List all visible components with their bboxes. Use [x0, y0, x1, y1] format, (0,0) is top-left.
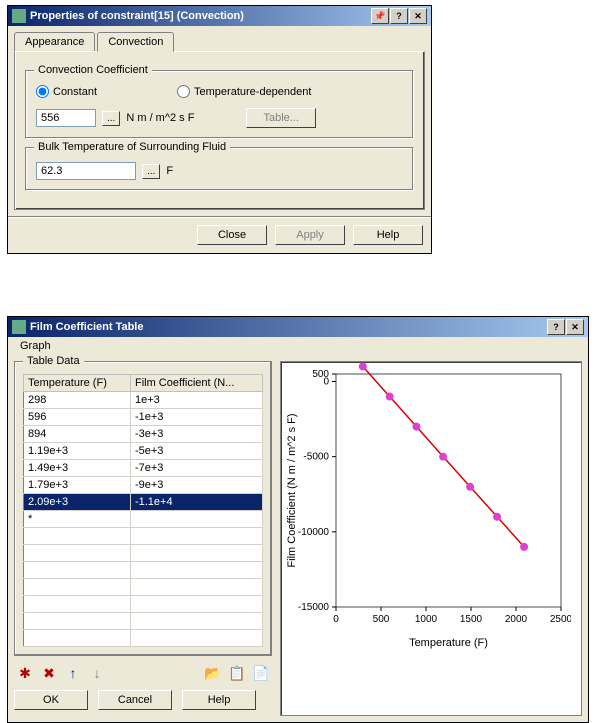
col-temperature[interactable]: Temperature (F) [24, 375, 131, 392]
film-coef-dialog: Film Coefficient Table ? ✕ Graph Table D… [7, 316, 589, 723]
svg-text:500: 500 [312, 369, 329, 380]
new-row-icon[interactable]: ✱ [16, 664, 34, 682]
help-button-1[interactable]: Help [353, 225, 423, 245]
titlebar-1[interactable]: Properties of constraint[15] (Convection… [8, 6, 431, 26]
svg-text:2500: 2500 [550, 614, 571, 625]
col-filmcoef[interactable]: Film Coefficient (N... [130, 375, 262, 392]
table-row[interactable]: 894-3e+3 [24, 426, 263, 443]
bulktemp-browse[interactable]: ... [142, 164, 160, 179]
titlebar-2[interactable]: Film Coefficient Table ? ✕ [8, 317, 588, 337]
help-button[interactable]: ? [390, 8, 408, 24]
radio-tempdep-input[interactable] [177, 85, 190, 98]
svg-text:500: 500 [373, 614, 390, 625]
app-icon-2 [12, 320, 26, 334]
table-row-new[interactable]: * [24, 511, 263, 528]
menu-graph[interactable]: Graph [14, 339, 57, 353]
svg-text:1000: 1000 [415, 614, 438, 625]
paste-icon[interactable]: 📄 [252, 664, 270, 682]
convcoef-value-input[interactable] [36, 109, 96, 127]
chart-svg: 05001000150020002500-15000-10000-5000050… [281, 362, 571, 652]
svg-text:Film Coefficient (N m / m^2 s: Film Coefficient (N m / m^2 s F) [286, 413, 298, 567]
apply-button[interactable]: Apply [275, 225, 345, 245]
open-icon[interactable]: 📂 [204, 664, 222, 682]
table-row[interactable]: 1.49e+3-7e+3 [24, 460, 263, 477]
radio-constant-input[interactable] [36, 85, 49, 98]
data-table[interactable]: Temperature (F) Film Coefficient (N... 2… [23, 374, 263, 647]
svg-text:-10000: -10000 [298, 527, 330, 538]
group-convcoef-title: Convection Coefficient [34, 64, 152, 76]
help-button-3[interactable]: Help [182, 690, 256, 710]
properties-dialog: Properties of constraint[15] (Convection… [7, 5, 432, 254]
svg-text:-5000: -5000 [303, 452, 329, 463]
table-row-empty [24, 613, 263, 630]
radio-constant[interactable]: Constant [36, 85, 97, 98]
svg-text:-15000: -15000 [298, 602, 330, 613]
table-row-empty [24, 630, 263, 647]
table-row[interactable]: 1.79e+3-9e+3 [24, 477, 263, 494]
svg-text:2000: 2000 [505, 614, 528, 625]
dialog2-title: Film Coefficient Table [30, 321, 547, 333]
close-button-1[interactable]: ✕ [409, 8, 427, 24]
move-down-icon[interactable]: ↓ [88, 664, 106, 682]
dialog1-title: Properties of constraint[15] (Convection… [30, 10, 371, 22]
table-row[interactable]: 596-1e+3 [24, 409, 263, 426]
svg-text:Temperature (F): Temperature (F) [409, 637, 488, 649]
ok-button[interactable]: OK [14, 690, 88, 710]
move-up-icon[interactable]: ↑ [64, 664, 82, 682]
convcoef-browse[interactable]: ... [102, 111, 120, 126]
table-row[interactable]: 2981e+3 [24, 392, 263, 409]
svg-text:1500: 1500 [460, 614, 483, 625]
table-group-title: Table Data [23, 355, 84, 367]
copy-icon[interactable]: 📋 [228, 664, 246, 682]
radio-constant-label: Constant [53, 86, 97, 98]
tab-appearance[interactable]: Appearance [14, 32, 95, 51]
table-row-empty [24, 596, 263, 613]
radio-tempdep[interactable]: Temperature-dependent [177, 85, 311, 98]
radio-tempdep-label: Temperature-dependent [194, 86, 311, 98]
table-row[interactable]: 2.09e+3-1.1e+4 [24, 494, 263, 511]
bulktemp-unit: F [166, 165, 173, 177]
close-button[interactable]: Close [197, 225, 267, 245]
table-row-empty [24, 562, 263, 579]
chart-panel: 05001000150020002500-15000-10000-5000050… [280, 361, 582, 716]
bulktemp-value-input[interactable] [36, 162, 136, 180]
help-button-2[interactable]: ? [547, 319, 565, 335]
table-button[interactable]: Table... [246, 108, 315, 128]
convcoef-unit: N m / m^2 s F [126, 112, 194, 124]
table-row-empty [24, 545, 263, 562]
close-button-2[interactable]: ✕ [566, 319, 584, 335]
app-icon [12, 9, 26, 23]
cancel-button[interactable]: Cancel [98, 690, 172, 710]
svg-text:0: 0 [333, 614, 339, 625]
tab-convection[interactable]: Convection [97, 32, 174, 52]
group-bulktemp-title: Bulk Temperature of Surrounding Fluid [34, 141, 230, 153]
table-row-empty [24, 579, 263, 596]
table-row-empty [24, 528, 263, 545]
pin-button[interactable]: 📌 [371, 8, 389, 24]
table-row[interactable]: 1.19e+3-5e+3 [24, 443, 263, 460]
delete-row-icon[interactable]: ✖ [40, 664, 58, 682]
